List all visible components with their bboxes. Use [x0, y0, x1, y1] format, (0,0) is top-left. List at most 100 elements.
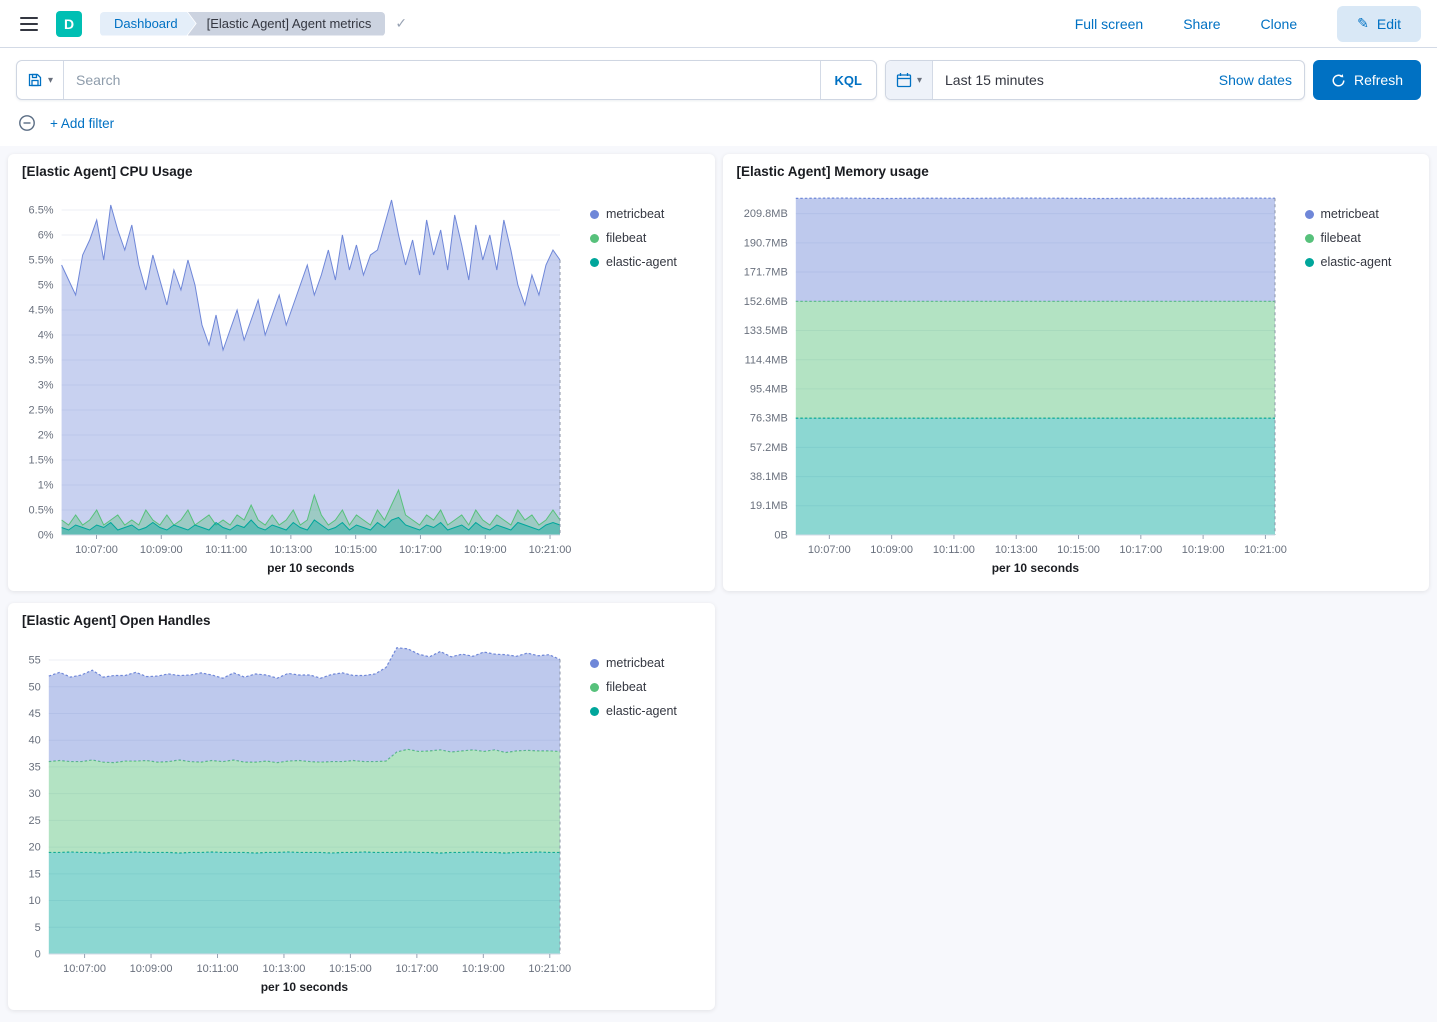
elastic-agent-area [49, 852, 560, 954]
date-picker-group: ▾ Last 15 minutes Show dates [885, 60, 1305, 100]
legend-item-metricbeat[interactable]: metricbeat [1305, 207, 1405, 221]
y-tick-label: 6% [38, 230, 54, 242]
y-tick-label: 4% [38, 330, 54, 342]
chart-legend: metricbeat filebeat elastic-agent [580, 207, 690, 581]
legend-dot [590, 707, 599, 716]
y-tick-label: 114.4MB [744, 354, 787, 366]
chart-wrap: 0%0.5%1%1.5%2%2.5%3%3.5%4%4.5%5%5.5%6%6.… [22, 183, 701, 581]
y-tick-label: 1% [38, 480, 54, 492]
y-tick-label: 50 [29, 681, 41, 693]
y-tick-label: 0 [35, 949, 41, 961]
legend-label: filebeat [1321, 231, 1361, 245]
share-link[interactable]: Share [1183, 16, 1220, 32]
dashboard-grid: [Elastic Agent] CPU Usage 0%0.5%1%1.5%2%… [0, 146, 1437, 1022]
x-tick-label: 10:21:00 [1244, 544, 1287, 556]
chart-legend: metricbeat filebeat elastic-agent [1295, 207, 1405, 581]
menu-hamburger-icon[interactable] [16, 13, 42, 35]
y-tick-label: 0B [774, 530, 787, 542]
date-quick-select-button[interactable]: ▾ [886, 61, 933, 99]
legend-item-elastic-agent[interactable]: elastic-agent [590, 255, 690, 269]
x-tick-label: 10:13:00 [263, 963, 306, 975]
filebeat-area [795, 301, 1274, 418]
cpu-usage-chart[interactable]: 0%0.5%1%1.5%2%2.5%3%3.5%4%4.5%5%5.5%6%6.… [22, 183, 580, 581]
saved-query-menu-button[interactable]: ▾ [17, 61, 64, 99]
y-tick-label: 1.5% [29, 455, 54, 467]
y-tick-label: 171.7MB [743, 267, 787, 279]
metricbeat-area [49, 648, 560, 763]
filter-options-button[interactable] [16, 112, 38, 134]
y-tick-label: 45 [29, 708, 41, 720]
refresh-button[interactable]: Refresh [1313, 60, 1421, 100]
legend-label: elastic-agent [606, 704, 677, 718]
legend-dot [590, 210, 599, 219]
legend-dot [590, 234, 599, 243]
edit-button-label: Edit [1377, 16, 1401, 32]
y-tick-label: 5% [38, 280, 54, 292]
breadcrumb: Dashboard [Elastic Agent] Agent metrics … [100, 12, 407, 36]
x-tick-label: 10:15:00 [329, 963, 372, 975]
y-tick-label: 3.5% [29, 355, 54, 367]
legend-item-elastic-agent[interactable]: elastic-agent [590, 704, 690, 718]
panel-title: [Elastic Agent] Memory usage [737, 164, 1416, 179]
x-tick-label: 10:07:00 [75, 544, 118, 556]
memory-usage-chart[interactable]: 0B19.1MB38.1MB57.2MB76.3MB95.4MB114.4MB1… [737, 183, 1295, 581]
y-tick-label: 209.8MB [743, 208, 787, 220]
y-tick-label: 3% [38, 380, 54, 392]
calendar-icon [896, 72, 912, 88]
x-tick-label: 10:19:00 [462, 963, 505, 975]
breadcrumb-dashboard[interactable]: Dashboard [100, 12, 196, 36]
legend-item-metricbeat[interactable]: metricbeat [590, 207, 690, 221]
x-tick-label: 10:11:00 [196, 963, 238, 975]
x-tick-label: 10:11:00 [205, 544, 247, 556]
x-tick-label: 10:17:00 [395, 963, 438, 975]
save-icon [27, 72, 43, 88]
open-handles-chart[interactable]: 051015202530354045505510:07:0010:09:0010… [22, 632, 580, 1000]
search-input[interactable] [64, 61, 819, 99]
x-tick-label: 10:07:00 [807, 544, 850, 556]
clone-link[interactable]: Clone [1261, 16, 1298, 32]
x-tick-label: 10:11:00 [932, 544, 974, 556]
edit-button[interactable]: ✎ Edit [1337, 6, 1421, 42]
legend-label: filebeat [606, 680, 646, 694]
x-axis-title: per 10 seconds [267, 561, 355, 575]
query-bar: ▾ KQL ▾ Last 15 minutes Show dates Refre… [0, 48, 1437, 110]
space-avatar[interactable]: D [56, 11, 82, 37]
y-tick-label: 30 [29, 788, 41, 800]
x-tick-label: 10:19:00 [1181, 544, 1224, 556]
breadcrumb-current-page[interactable]: [Elastic Agent] Agent metrics [188, 12, 386, 36]
pencil-icon: ✎ [1357, 15, 1369, 32]
time-range-value[interactable]: Last 15 minutes [933, 61, 1219, 99]
legend-item-metricbeat[interactable]: metricbeat [590, 656, 690, 670]
chevron-down-icon: ▾ [48, 75, 53, 86]
x-axis-title: per 10 seconds [991, 561, 1079, 575]
y-tick-label: 15 [29, 868, 41, 880]
legend-item-elastic-agent[interactable]: elastic-agent [1305, 255, 1405, 269]
y-tick-label: 133.5MB [743, 325, 787, 337]
y-tick-label: 35 [29, 761, 41, 773]
chart-wrap: 0B19.1MB38.1MB57.2MB76.3MB95.4MB114.4MB1… [737, 183, 1416, 581]
x-tick-label: 10:09:00 [870, 544, 913, 556]
panel-title: [Elastic Agent] CPU Usage [22, 164, 701, 179]
y-tick-label: 2% [38, 430, 54, 442]
search-group: ▾ KQL [16, 60, 877, 100]
x-tick-label: 10:07:00 [63, 963, 106, 975]
metricbeat-area [795, 198, 1274, 301]
add-filter-link[interactable]: + Add filter [50, 116, 114, 131]
full-screen-link[interactable]: Full screen [1075, 16, 1143, 32]
filter-options-icon [18, 114, 36, 132]
y-tick-label: 95.4MB [749, 383, 787, 395]
show-dates-link[interactable]: Show dates [1219, 61, 1304, 99]
x-tick-label: 10:09:00 [130, 963, 173, 975]
y-tick-label: 5 [35, 922, 41, 934]
legend-item-filebeat[interactable]: filebeat [590, 231, 690, 245]
elastic-agent-area [795, 418, 1274, 535]
legend-label: metricbeat [1321, 207, 1379, 221]
kql-language-button[interactable]: KQL [820, 61, 876, 99]
filebeat-area [49, 749, 560, 853]
legend-dot [590, 258, 599, 267]
x-axis-title: per 10 seconds [261, 980, 349, 994]
filter-bar: + Add filter [0, 110, 1437, 146]
legend-dot [590, 659, 599, 668]
legend-item-filebeat[interactable]: filebeat [1305, 231, 1405, 245]
legend-item-filebeat[interactable]: filebeat [590, 680, 690, 694]
